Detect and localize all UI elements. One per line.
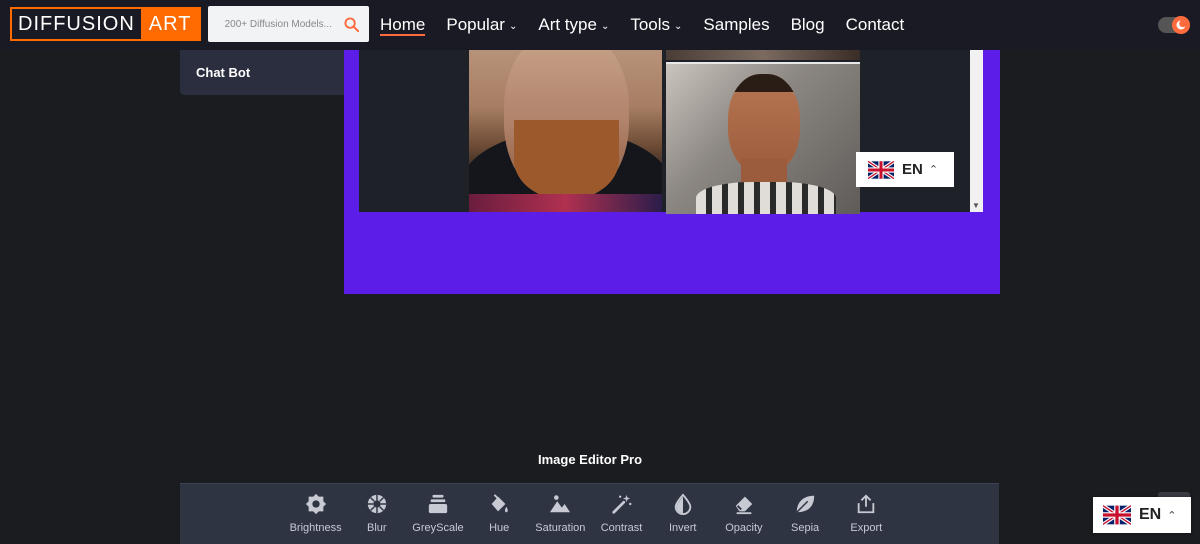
uk-flag-icon xyxy=(1103,505,1131,525)
tool-label: Hue xyxy=(489,522,510,534)
language-code: EN xyxy=(1139,506,1162,523)
tool-contrast[interactable]: Contrast xyxy=(591,492,652,534)
nav-home[interactable]: Home xyxy=(380,0,426,50)
logo-text-diffusion: DIFFUSION xyxy=(12,9,141,39)
tool-label: Opacity xyxy=(725,522,763,534)
nav-blog-label: Blog xyxy=(790,15,825,34)
nav-tools-label: Tools xyxy=(630,15,671,34)
tool-label: Export xyxy=(850,522,883,534)
image-detail-shirt xyxy=(469,194,662,212)
opacity-icon xyxy=(732,492,756,516)
image-detail-shirt xyxy=(696,182,836,214)
tool-brightness[interactable]: Brightness xyxy=(285,492,346,534)
nav-samples-label: Samples xyxy=(703,15,770,34)
tool-greyscale[interactable]: GreyScale xyxy=(407,492,468,534)
logo-text-art: ART xyxy=(140,9,200,39)
main-nav: Home Popular ⌄ Art type ⌄ Tools ⌄ Samples B… xyxy=(380,0,925,50)
tool-label: Brightness xyxy=(289,522,342,534)
greyscale-icon xyxy=(426,492,450,516)
tool-label: Sepia xyxy=(791,522,820,534)
chevron-up-icon: ⌃ xyxy=(928,164,939,176)
tool-sepia[interactable]: Sepia xyxy=(775,492,836,534)
chevron-down-icon: ⌄ xyxy=(508,20,518,32)
language-switcher-inline[interactable]: EN ⌃ xyxy=(856,152,954,187)
generated-image-top-strip[interactable] xyxy=(666,50,860,60)
sidebar-menu: Chat Bot xyxy=(180,50,344,95)
search-box[interactable]: 200+ Diffusion Models... xyxy=(208,6,369,42)
brightness-icon xyxy=(304,492,328,516)
image-detail-beard xyxy=(514,120,619,200)
tool-label: Blur xyxy=(367,522,387,534)
nav-blog[interactable]: Blog xyxy=(791,0,825,50)
generated-image-portrait-2[interactable] xyxy=(666,62,860,214)
search-icon[interactable] xyxy=(344,16,359,32)
tool-label: Saturation xyxy=(535,522,586,534)
tool-opacity[interactable]: Opacity xyxy=(713,492,774,534)
invert-icon xyxy=(671,492,695,516)
nav-contact[interactable]: Contact xyxy=(846,0,905,50)
tool-hue[interactable]: Hue xyxy=(469,492,530,534)
moon-icon xyxy=(1172,16,1190,34)
nav-popular[interactable]: Popular ⌄ xyxy=(446,0,517,50)
tool-label: GreyScale xyxy=(412,522,464,534)
tool-export[interactable]: Export xyxy=(836,492,897,534)
editor-title: Image Editor Pro xyxy=(537,452,643,467)
tool-invert[interactable]: Invert xyxy=(652,492,713,534)
chevron-down-icon: ⌄ xyxy=(674,20,683,32)
nav-art-type-label: Art type xyxy=(538,15,597,34)
chevron-up-icon: ⌃ xyxy=(1167,509,1177,522)
chevron-down-icon: ⌄ xyxy=(600,20,610,32)
sepia-icon xyxy=(793,492,817,516)
tool-label: Contrast xyxy=(600,522,643,534)
tool-label: Invert xyxy=(668,522,697,534)
blur-icon xyxy=(365,492,389,516)
site-logo[interactable]: DIFFUSION ART xyxy=(10,7,202,41)
tool-saturation[interactable]: Saturation xyxy=(530,492,591,534)
tool-blur[interactable]: Blur xyxy=(346,492,407,534)
search-input[interactable]: 200+ Diffusion Models... xyxy=(225,19,332,30)
nav-home-label: Home xyxy=(380,15,426,34)
nav-art-type[interactable]: Art type ⌄ xyxy=(538,0,609,50)
generated-image-portrait-1[interactable] xyxy=(469,50,662,212)
top-navbar: DIFFUSION ART 200+ Diffusion Models... H… xyxy=(0,0,1200,50)
nav-tools[interactable]: Tools ⌄ xyxy=(630,0,682,50)
saturation-icon xyxy=(548,492,572,516)
language-code: EN xyxy=(902,161,923,178)
export-icon xyxy=(854,492,878,516)
nav-popular-label: Popular xyxy=(446,15,505,34)
language-switcher-floating[interactable]: EN ⌃ xyxy=(1093,497,1191,533)
nav-samples[interactable]: Samples xyxy=(703,0,769,50)
frame-scrollbar[interactable] xyxy=(970,50,983,212)
dark-mode-toggle[interactable] xyxy=(1158,16,1190,34)
contrast-icon xyxy=(610,492,634,516)
scroll-down-icon[interactable]: ▼ xyxy=(972,201,980,210)
sidebar-item-chat-bot[interactable]: Chat Bot xyxy=(196,65,250,80)
editor-toolbar: Brightness Blur GreyScale Hue Saturation xyxy=(180,483,999,544)
nav-contact-label: Contact xyxy=(845,15,905,34)
uk-flag-icon xyxy=(868,160,894,179)
hue-icon xyxy=(487,492,511,516)
